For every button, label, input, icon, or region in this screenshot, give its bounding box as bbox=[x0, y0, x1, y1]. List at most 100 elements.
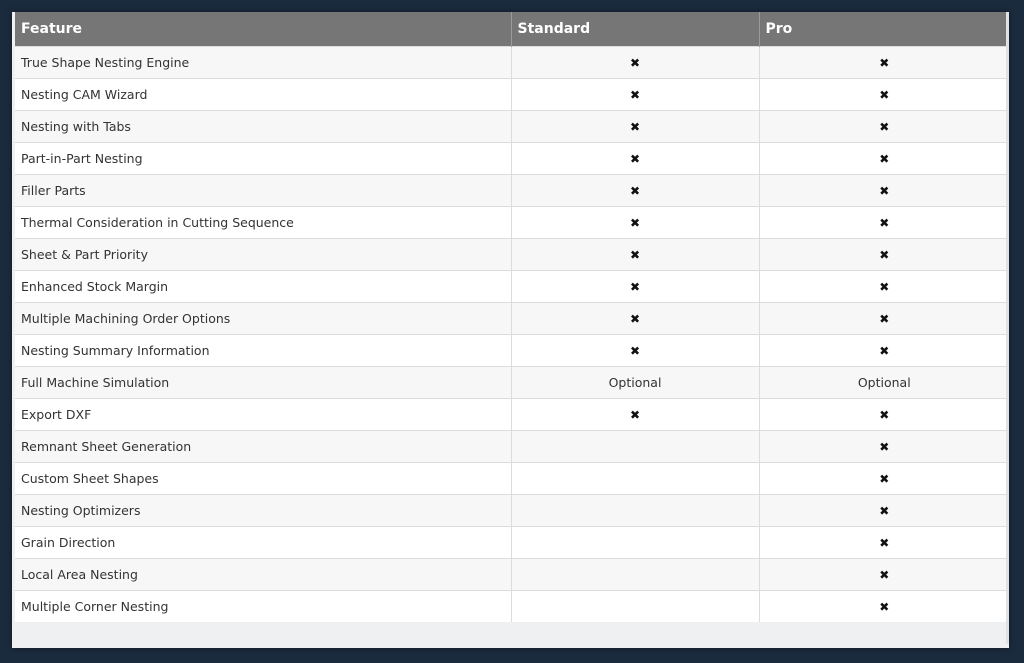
table-row: Multiple Corner Nesting ✖ bbox=[15, 589, 1009, 622]
x-mark-icon: ✖ bbox=[879, 215, 890, 230]
standard-cell bbox=[511, 557, 760, 590]
feature-name-cell: Multiple Machining Order Options bbox=[15, 301, 512, 334]
table-row: Custom Sheet Shapes ✖ bbox=[15, 461, 1009, 494]
pro-value-text: Optional bbox=[857, 374, 911, 390]
pro-cell: ✖ bbox=[759, 461, 1009, 494]
header-standard: Standard bbox=[511, 12, 760, 46]
feature-name-cell: Local Area Nesting bbox=[15, 557, 512, 590]
x-mark-icon: ✖ bbox=[879, 407, 890, 422]
pro-cell: ✖ bbox=[759, 525, 1009, 558]
x-mark-icon: ✖ bbox=[629, 407, 641, 422]
x-mark-icon: ✖ bbox=[879, 535, 890, 550]
feature-name-cell: Filler Parts bbox=[15, 173, 512, 206]
table-row: Nesting CAM Wizard ✖ ✖ bbox=[15, 77, 1009, 110]
pro-cell: ✖ bbox=[759, 397, 1009, 430]
feature-name-cell: True Shape Nesting Engine bbox=[15, 45, 512, 78]
standard-cell bbox=[511, 461, 760, 494]
pro-cell: ✖ bbox=[759, 173, 1009, 206]
standard-cell: ✖ bbox=[511, 397, 760, 430]
table-row: Sheet & Part Priority ✖ ✖ bbox=[15, 237, 1009, 270]
table-body: True Shape Nesting Engine ✖ ✖ Nesting CAM W… bbox=[15, 45, 1009, 622]
x-mark-icon: ✖ bbox=[629, 151, 641, 166]
x-mark-icon: ✖ bbox=[879, 471, 890, 486]
standard-cell: Optional bbox=[511, 365, 760, 398]
table-row: Grain Direction ✖ bbox=[15, 525, 1009, 558]
pro-cell: ✖ bbox=[759, 333, 1009, 366]
header-row: Feature Standard Pro bbox=[15, 12, 1009, 46]
standard-cell bbox=[511, 525, 760, 558]
table-row: Enhanced Stock Margin ✖ ✖ bbox=[15, 269, 1009, 302]
feature-name-cell: Custom Sheet Shapes bbox=[15, 461, 512, 494]
x-mark-icon: ✖ bbox=[879, 55, 890, 70]
table-row: Thermal Consideration in Cutting Sequenc… bbox=[15, 205, 1009, 238]
pro-cell: ✖ bbox=[759, 141, 1009, 174]
standard-cell: ✖ bbox=[511, 173, 760, 206]
pro-cell: ✖ bbox=[759, 77, 1009, 110]
x-mark-icon: ✖ bbox=[879, 247, 890, 262]
pro-cell: ✖ bbox=[759, 301, 1009, 334]
standard-cell: ✖ bbox=[511, 141, 760, 174]
x-mark-icon: ✖ bbox=[879, 311, 890, 326]
x-mark-icon: ✖ bbox=[629, 247, 641, 262]
x-mark-icon: ✖ bbox=[629, 215, 641, 230]
standard-cell: ✖ bbox=[511, 77, 760, 110]
x-mark-icon: ✖ bbox=[879, 119, 890, 134]
standard-cell bbox=[511, 493, 760, 526]
table-row: Export DXF ✖ ✖ bbox=[15, 397, 1009, 430]
table-row: Nesting with Tabs ✖ ✖ bbox=[15, 109, 1009, 142]
x-mark-icon: ✖ bbox=[879, 151, 890, 166]
header-feature: Feature bbox=[15, 12, 512, 46]
table-row: Local Area Nesting ✖ bbox=[15, 557, 1009, 590]
standard-cell: ✖ bbox=[511, 237, 760, 270]
pro-cell: ✖ bbox=[759, 109, 1009, 142]
x-mark-icon: ✖ bbox=[879, 343, 890, 358]
x-mark-icon: ✖ bbox=[879, 183, 890, 198]
standard-cell: ✖ bbox=[511, 45, 760, 78]
table-row: Part-in-Part Nesting ✖ ✖ bbox=[15, 141, 1009, 174]
x-mark-icon: ✖ bbox=[629, 183, 641, 198]
table-row: Nesting Optimizers ✖ bbox=[15, 493, 1009, 526]
pro-cell: ✖ bbox=[759, 205, 1009, 238]
feature-comparison-table: Feature Standard Pro True Shape Nesting … bbox=[15, 12, 1009, 622]
x-mark-icon: ✖ bbox=[629, 55, 641, 70]
x-mark-icon: ✖ bbox=[879, 439, 890, 454]
feature-name-cell: Nesting CAM Wizard bbox=[15, 77, 512, 110]
pro-cell: ✖ bbox=[759, 429, 1009, 462]
feature-name-cell: Grain Direction bbox=[15, 525, 512, 558]
feature-name-cell: Remnant Sheet Generation bbox=[15, 429, 512, 462]
table-header: Feature Standard Pro bbox=[15, 12, 1009, 46]
standard-cell bbox=[511, 589, 760, 622]
feature-name-cell: Nesting Optimizers bbox=[15, 493, 512, 526]
standard-cell bbox=[511, 429, 760, 462]
table-row: Remnant Sheet Generation ✖ bbox=[15, 429, 1009, 462]
table-row: Full Machine Simulation Optional Optional bbox=[15, 365, 1009, 398]
pro-cell: ✖ bbox=[759, 493, 1009, 526]
feature-name-cell: Thermal Consideration in Cutting Sequenc… bbox=[15, 205, 512, 238]
pro-cell: ✖ bbox=[759, 269, 1009, 302]
x-mark-icon: ✖ bbox=[629, 311, 641, 326]
pro-cell: ✖ bbox=[759, 237, 1009, 270]
feature-name-cell: Nesting with Tabs bbox=[15, 109, 512, 142]
standard-cell: ✖ bbox=[511, 301, 760, 334]
x-mark-icon: ✖ bbox=[879, 87, 890, 102]
standard-cell: ✖ bbox=[511, 205, 760, 238]
feature-name-cell: Sheet & Part Priority bbox=[15, 237, 512, 270]
table-row: True Shape Nesting Engine ✖ ✖ bbox=[15, 45, 1009, 78]
pro-cell: Optional bbox=[759, 365, 1009, 398]
pro-cell: ✖ bbox=[759, 45, 1009, 78]
x-mark-icon: ✖ bbox=[629, 119, 641, 134]
feature-name-cell: Nesting Summary Information bbox=[15, 333, 512, 366]
standard-cell: ✖ bbox=[511, 269, 760, 302]
x-mark-icon: ✖ bbox=[879, 599, 890, 614]
table-row: Filler Parts ✖ ✖ bbox=[15, 173, 1009, 206]
x-mark-icon: ✖ bbox=[629, 87, 641, 102]
panel-edge bbox=[1006, 12, 1009, 644]
feature-name-cell: Export DXF bbox=[15, 397, 512, 430]
comparison-panel: Feature Standard Pro True Shape Nesting … bbox=[12, 12, 1009, 648]
feature-name-cell: Full Machine Simulation bbox=[15, 365, 512, 398]
x-mark-icon: ✖ bbox=[879, 567, 890, 582]
table-row: Multiple Machining Order Options ✖ ✖ bbox=[15, 301, 1009, 334]
standard-cell: ✖ bbox=[511, 109, 760, 142]
feature-name-cell: Part-in-Part Nesting bbox=[15, 141, 512, 174]
x-mark-icon: ✖ bbox=[629, 279, 641, 294]
